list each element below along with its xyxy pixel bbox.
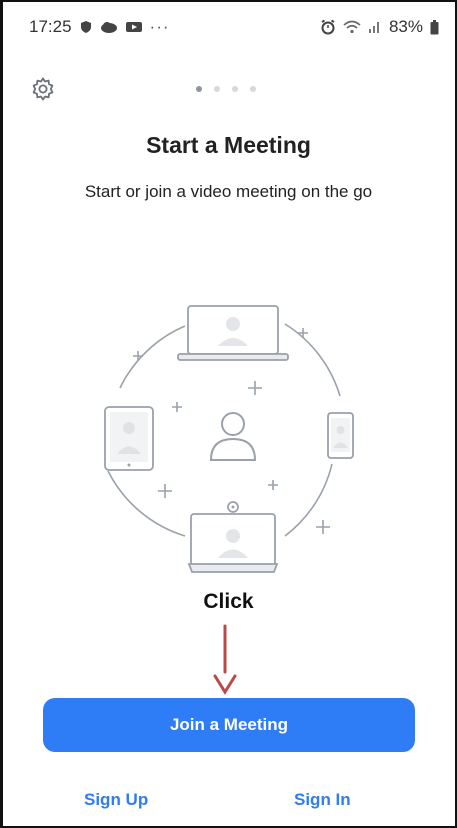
shield-icon [80, 21, 91, 33]
sign-up-link[interactable]: Sign Up [84, 790, 148, 810]
phone-icon [327, 412, 354, 459]
battery-icon [430, 19, 439, 34]
annotation-label: Click [203, 590, 254, 613]
devices-illustration [104, 305, 354, 573]
laptop-icon [177, 305, 289, 361]
youtube-icon [125, 22, 142, 32]
status-left: 17:25 ··· [29, 17, 170, 37]
arrow-down-icon [213, 624, 237, 695]
status-right: 83% [320, 17, 439, 37]
page-dot-1[interactable] [196, 86, 202, 92]
signal-icon [368, 22, 379, 33]
battery-percent: 83% [388, 17, 423, 36]
page-subtitle: Start or join a video meeting on the go [84, 182, 373, 201]
person-icon [209, 412, 257, 461]
alarm-icon [321, 19, 335, 35]
join-meeting-button[interactable]: Join a Meeting [43, 698, 415, 752]
ring-arc-bottom-right [284, 463, 333, 537]
wifi-icon [343, 20, 361, 34]
page-dot-3[interactable] [232, 86, 238, 92]
page-indicator [196, 86, 256, 92]
status-time: 17:25 [29, 17, 72, 36]
page-dot-4[interactable] [250, 86, 256, 92]
room-system-icon [187, 501, 279, 573]
ring-arc-top-left [119, 325, 186, 389]
sign-in-link[interactable]: Sign In [294, 790, 351, 810]
ring-arc-top-right [284, 323, 341, 397]
page-dot-2[interactable] [214, 86, 220, 92]
tablet-icon [104, 406, 154, 471]
cloud-icon [100, 22, 117, 33]
gear-icon[interactable] [30, 76, 56, 102]
page-title: Start a Meeting [146, 132, 311, 158]
status-bar: 17:25 ··· 83% [3, 2, 455, 52]
more-notifications: ··· [149, 17, 170, 36]
ring-arc-bottom-left [107, 470, 186, 537]
